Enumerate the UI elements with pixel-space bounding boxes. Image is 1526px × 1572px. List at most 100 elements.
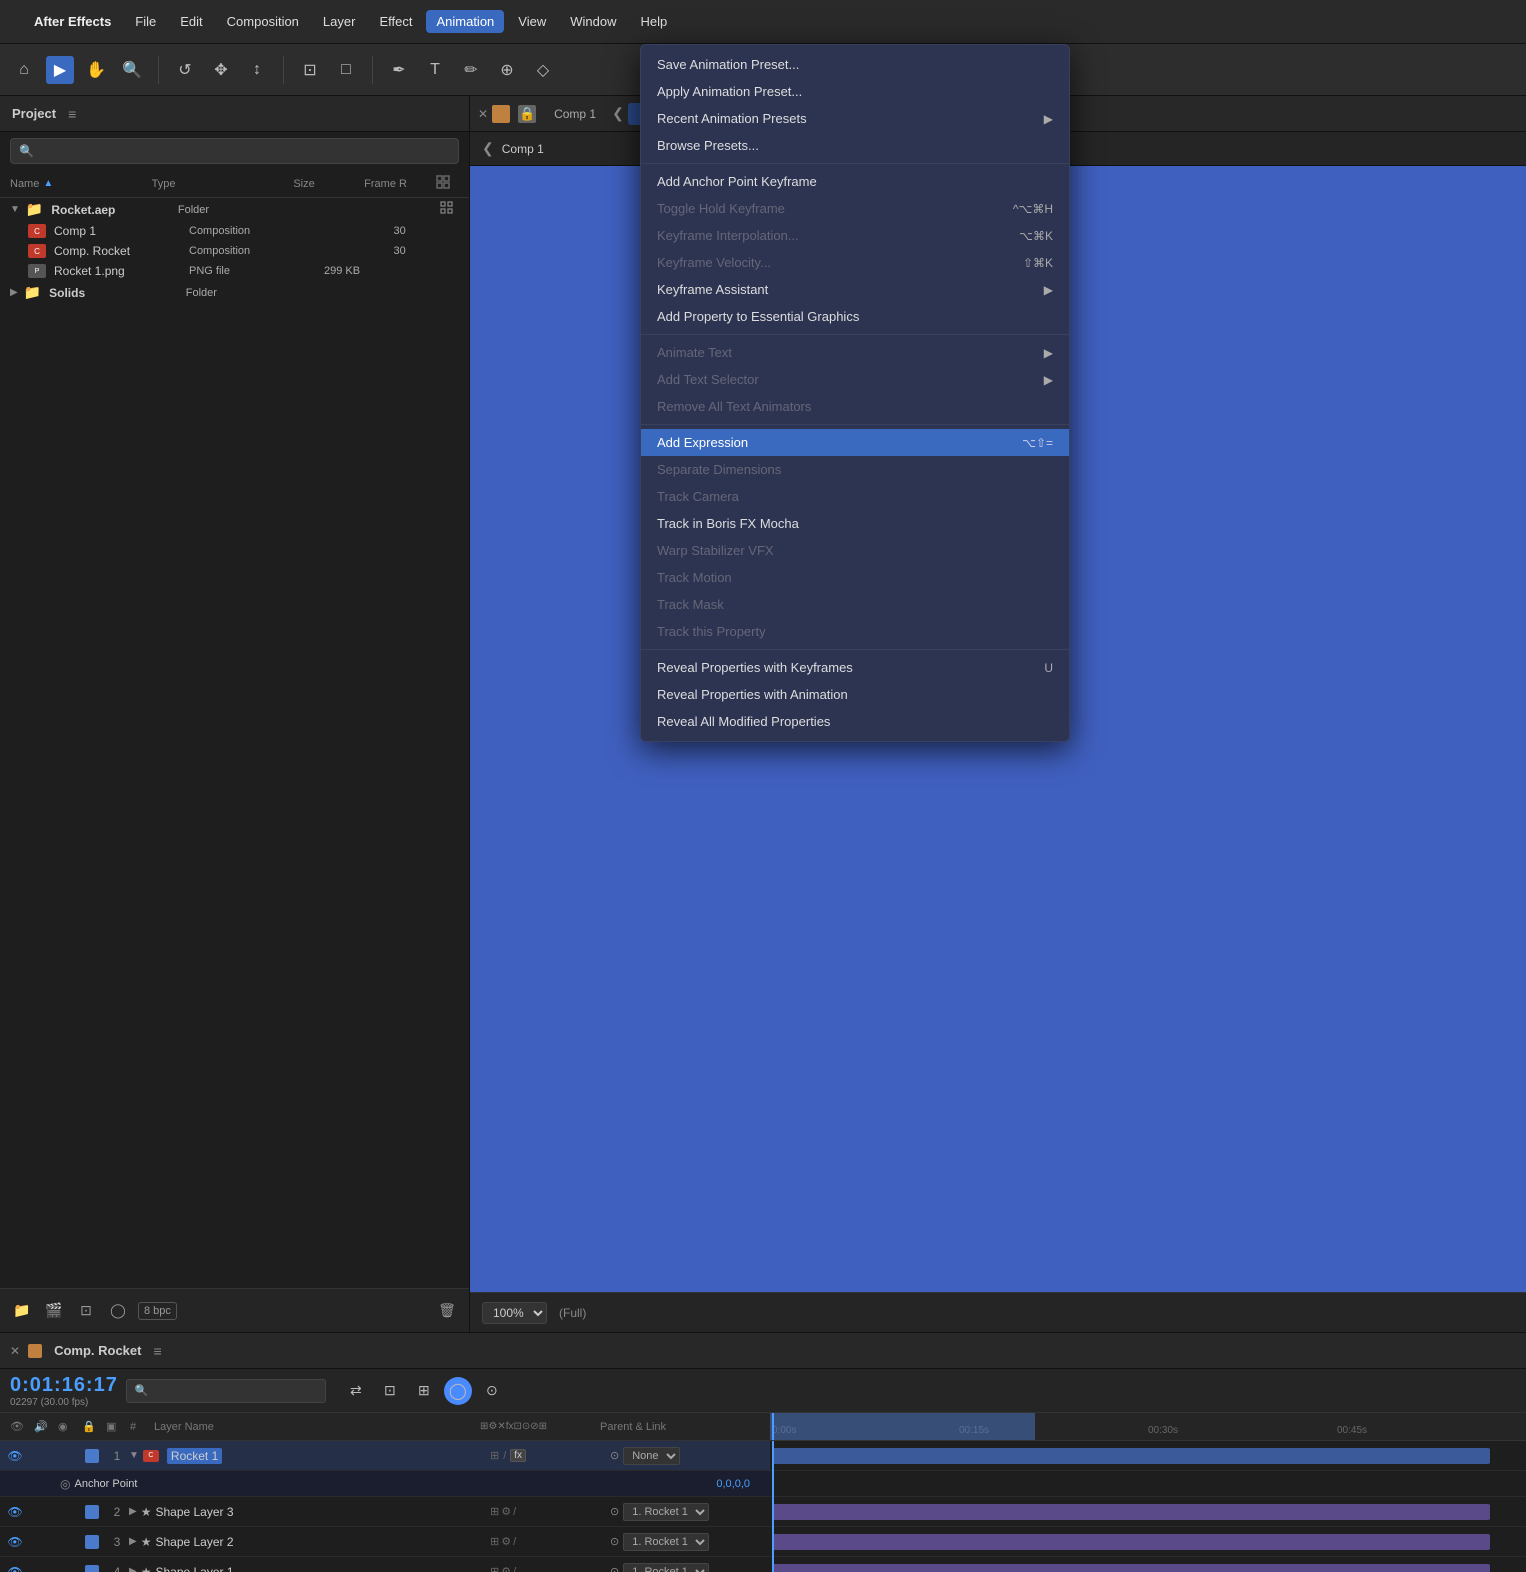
menu-toggle-hold-keyframe[interactable]: Toggle Hold Keyframe ^⌥⌘H	[641, 195, 1069, 222]
layer-row-4[interactable]: 👁 4 ▶ ★ Shape Layer 1 ⊞ ⚙ /	[0, 1557, 770, 1572]
menu-track-motion[interactable]: Track Motion	[641, 564, 1069, 591]
menu-reveal-modified[interactable]: Reveal All Modified Properties	[641, 708, 1069, 735]
new-folder-icon[interactable]: 📁	[10, 1299, 34, 1323]
menu-remove-text-animators[interactable]: Remove All Text Animators	[641, 393, 1069, 420]
layer-visibility-2[interactable]: 👁	[5, 1505, 25, 1519]
menu-view[interactable]: View	[508, 10, 556, 33]
menu-separate-dimensions[interactable]: Separate Dimensions	[641, 456, 1069, 483]
tool-select[interactable]: ▶	[46, 56, 74, 84]
switch-x-icon[interactable]: /	[513, 1506, 516, 1518]
project-menu-icon[interactable]: ≡	[68, 106, 76, 122]
menu-track-mask[interactable]: Track Mask	[641, 591, 1069, 618]
switch-2-icon[interactable]: ⊞	[490, 1505, 499, 1518]
parent-select-4[interactable]: 1. Rocket 1	[623, 1563, 709, 1572]
list-item[interactable]: P Rocket 1.png PNG file 299 KB	[0, 261, 469, 281]
timecode-value[interactable]: 0:01:16:17	[10, 1374, 118, 1397]
tool-shape[interactable]: □	[332, 56, 360, 84]
menu-edit[interactable]: Edit	[170, 10, 212, 33]
menu-file[interactable]: File	[125, 10, 166, 33]
tab-comp1[interactable]: Comp 1	[542, 103, 608, 125]
parent-select-1[interactable]: None	[623, 1447, 680, 1465]
tool-hand[interactable]: ✋	[82, 56, 110, 84]
switch-gear-3-icon[interactable]: ⚙	[501, 1535, 511, 1548]
delete-icon[interactable]: 🗑	[435, 1299, 459, 1323]
tool-text[interactable]: T	[421, 56, 449, 84]
layer-row-2[interactable]: 👁 2 ▶ ★ Shape Layer 3 ⊞ ⚙ /	[0, 1497, 770, 1527]
tool-stamp[interactable]: ⊕	[493, 56, 521, 84]
switch-3-icon[interactable]: ⊞	[490, 1535, 499, 1548]
expand-icon[interactable]: ▶	[129, 1506, 137, 1517]
tl-tool-5[interactable]: ⊙	[478, 1377, 506, 1405]
tool-rect-mask[interactable]: ⊡	[296, 56, 324, 84]
menu-keyframe-interpolation[interactable]: Keyframe Interpolation... ⌥⌘K	[641, 222, 1069, 249]
timeline-close-icon[interactable]: ✕	[10, 1344, 20, 1358]
expand-icon[interactable]: ▼	[10, 204, 20, 215]
tl-tool-1[interactable]: ⇄	[342, 1377, 370, 1405]
tab-close-icon[interactable]: ✕	[478, 107, 488, 121]
expand-icon[interactable]: ▼	[129, 1450, 139, 1461]
tool-zoom[interactable]: 🔍	[118, 56, 146, 84]
list-item[interactable]: C Comp. Rocket Composition 30	[0, 241, 469, 261]
new-comp-icon[interactable]: 🎬	[42, 1299, 66, 1323]
tool-home[interactable]: ⌂	[10, 56, 38, 84]
switch-x-4-icon[interactable]: /	[513, 1566, 516, 1572]
tool-brush[interactable]: ✏	[457, 56, 485, 84]
tool-move[interactable]: ✥	[207, 56, 235, 84]
tab-nav-left-icon[interactable]: ❮	[612, 105, 624, 122]
menu-animate-text[interactable]: Animate Text ▶	[641, 339, 1069, 366]
find-icon[interactable]: ⊡	[74, 1299, 98, 1323]
switch-transform-icon[interactable]: ⊞	[490, 1449, 499, 1462]
list-item[interactable]: ▶ 📁 Solids Folder	[0, 281, 469, 304]
list-item[interactable]: ▼ 📁 Rocket.aep Folder	[0, 198, 469, 221]
menu-save-preset[interactable]: Save Animation Preset...	[641, 51, 1069, 78]
menu-browse-presets[interactable]: Browse Presets...	[641, 132, 1069, 159]
expand-icon[interactable]: ▶	[129, 1566, 137, 1572]
layer-visibility-4[interactable]: 👁	[5, 1565, 25, 1572]
layer-row-1[interactable]: 👁 1 ▼ C Rocket 1 ⊞ / fx	[0, 1441, 770, 1471]
tool-rotate[interactable]: ↺	[171, 56, 199, 84]
menu-track-property[interactable]: Track this Property	[641, 618, 1069, 645]
tl-tool-2[interactable]: ⊡	[376, 1377, 404, 1405]
layer-visibility-1[interactable]: 👁	[5, 1449, 25, 1463]
menu-layer[interactable]: Layer	[313, 10, 366, 33]
switch-4-icon[interactable]: ⊞	[490, 1565, 499, 1572]
menu-window[interactable]: Window	[560, 10, 626, 33]
menu-add-text-selector[interactable]: Add Text Selector ▶	[641, 366, 1069, 393]
timeline-menu-icon[interactable]: ≡	[153, 1343, 161, 1359]
menu-animation[interactable]: Animation	[426, 10, 504, 33]
menu-recent-presets[interactable]: Recent Animation Presets ▶	[641, 105, 1069, 132]
menu-composition[interactable]: Composition	[217, 10, 309, 33]
menu-add-expression[interactable]: Add Expression ⌥⇧=	[641, 429, 1069, 456]
menu-warp-stabilizer[interactable]: Warp Stabilizer VFX	[641, 537, 1069, 564]
menu-keyframe-assistant[interactable]: Keyframe Assistant ▶	[641, 276, 1069, 303]
color-icon[interactable]: ◯	[106, 1299, 130, 1323]
project-search-input[interactable]	[40, 144, 450, 158]
timeline-search-input[interactable]	[153, 1385, 317, 1397]
switch-gear-icon[interactable]: ⚙	[501, 1505, 511, 1518]
menu-apply-preset[interactable]: Apply Animation Preset...	[641, 78, 1069, 105]
menu-reveal-animation[interactable]: Reveal Properties with Animation	[641, 681, 1069, 708]
expand-icon[interactable]: ▶	[129, 1536, 137, 1547]
menu-help[interactable]: Help	[630, 10, 677, 33]
menu-track-camera[interactable]: Track Camera	[641, 483, 1069, 510]
menu-add-anchor-keyframe[interactable]: Add Anchor Point Keyframe	[641, 168, 1069, 195]
tool-position[interactable]: ↕	[243, 56, 271, 84]
menu-keyframe-velocity[interactable]: Keyframe Velocity... ⇧⌘K	[641, 249, 1069, 276]
zoom-select[interactable]: 100% 50% 200%	[482, 1302, 547, 1324]
layer-visibility-3[interactable]: 👁	[5, 1535, 25, 1549]
parent-select-2[interactable]: 1. Rocket 1	[623, 1503, 709, 1521]
nav-back-icon[interactable]: ❮	[480, 138, 496, 159]
menu-track-boris-fx[interactable]: Track in Boris FX Mocha	[641, 510, 1069, 537]
anchor-point-value[interactable]: 0,0,0,0	[716, 1478, 750, 1490]
switch-gear-4-icon[interactable]: ⚙	[501, 1565, 511, 1572]
tl-tool-4[interactable]: ◯	[444, 1377, 472, 1405]
tool-eraser[interactable]: ◇	[529, 56, 557, 84]
layer-row-3[interactable]: 👁 3 ▶ ★ Shape Layer 2 ⊞ ⚙ /	[0, 1527, 770, 1557]
list-item[interactable]: C Comp 1 Composition 30	[0, 221, 469, 241]
menu-effect[interactable]: Effect	[369, 10, 422, 33]
expand-icon[interactable]: ▶	[10, 287, 18, 298]
switch-x-3-icon[interactable]: /	[513, 1536, 516, 1548]
tl-tool-3[interactable]: ⊞	[410, 1377, 438, 1405]
menu-add-essential-graphics[interactable]: Add Property to Essential Graphics	[641, 303, 1069, 330]
tool-pen[interactable]: ✒	[385, 56, 413, 84]
